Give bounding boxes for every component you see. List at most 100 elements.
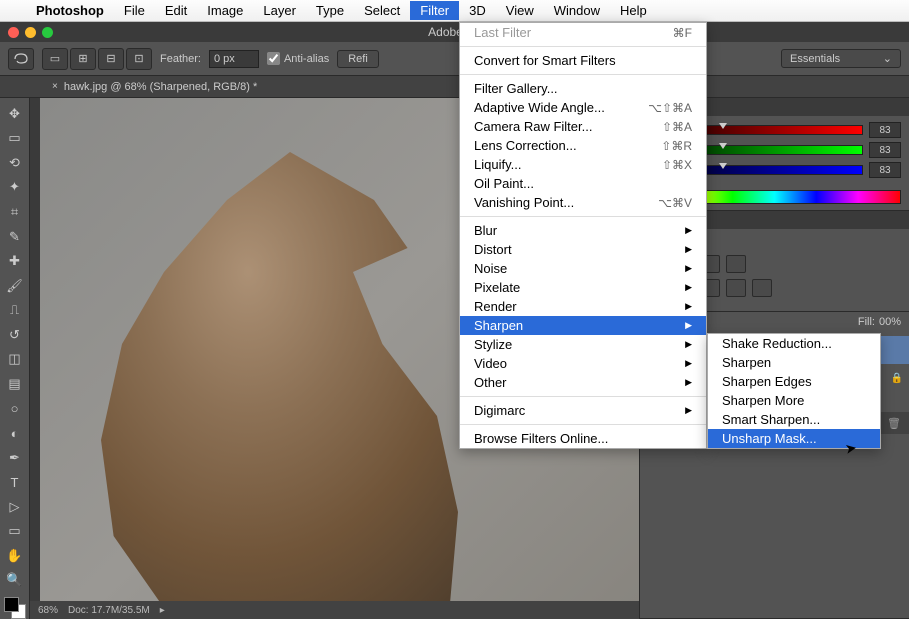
menu-image[interactable]: Image — [197, 1, 253, 20]
menu-noise[interactable]: Noise▶ — [460, 259, 706, 278]
path-tool-icon[interactable]: ▷ — [3, 495, 27, 519]
options-bar: ▭ ⊞ ⊟ ⊡ Feather: Anti-alias Refi Essenti… — [0, 42, 909, 76]
submenu-arrow-icon: ▶ — [685, 244, 692, 255]
toolbox: ✥ ▭ ⟲ ✦ ⌗ ✎ ✚ 🖌 ⎍ ↺ ◫ ▤ ○ ◐ ✒ T ▷ ▭ ✋ 🔍 — [0, 98, 30, 619]
g-input[interactable] — [869, 142, 901, 158]
brush-tool-icon[interactable]: 🖌 — [3, 274, 27, 298]
menu-blur[interactable]: Blur▶ — [460, 221, 706, 240]
workspace-dropdown[interactable]: Essentials⌄ — [781, 49, 901, 68]
pen-tool-icon[interactable]: ✒ — [3, 446, 27, 470]
menu-pixelate[interactable]: Pixelate▶ — [460, 278, 706, 297]
chevron-right-icon[interactable]: ▸ — [160, 605, 165, 616]
lasso-tool-icon[interactable]: ⟲ — [3, 151, 27, 175]
zoom-level[interactable]: 68% — [38, 605, 58, 616]
selection-new-icon[interactable]: ▭ — [42, 48, 68, 70]
menu-video[interactable]: Video▶ — [460, 354, 706, 373]
selection-subtract-icon[interactable]: ⊟ — [98, 48, 124, 70]
gradient-tool-icon[interactable]: ▤ — [3, 372, 27, 396]
selection-intersect-icon[interactable]: ⊡ — [126, 48, 152, 70]
exposure-adj-icon[interactable] — [726, 255, 746, 273]
trash-icon[interactable]: 🗑 — [887, 417, 901, 430]
blur-tool-icon[interactable]: ○ — [3, 397, 27, 421]
menu-lens-correction[interactable]: Lens Correction...⇧⌘R — [460, 136, 706, 155]
stamp-tool-icon[interactable]: ⎍ — [3, 299, 27, 323]
menu-stylize[interactable]: Stylize▶ — [460, 335, 706, 354]
document-tab[interactable]: × hawk.jpg @ 68% (Sharpened, RGB/8) * — [42, 78, 267, 96]
menu-last-filter[interactable]: Last Filter⌘F — [460, 23, 706, 42]
marquee-tool-icon[interactable]: ▭ — [3, 127, 27, 151]
eraser-tool-icon[interactable]: ◫ — [3, 348, 27, 372]
menu-filter[interactable]: Filter — [410, 1, 459, 20]
menu-adaptive-wide[interactable]: Adaptive Wide Angle...⌥⇧⌘A — [460, 98, 706, 117]
app-menu[interactable]: Photoshop — [26, 1, 114, 20]
close-tab-icon[interactable]: × — [52, 81, 58, 92]
zoom-icon[interactable] — [42, 27, 53, 38]
healing-tool-icon[interactable]: ✚ — [3, 249, 27, 273]
submenu-arrow-icon: ▶ — [685, 339, 692, 350]
move-tool-icon[interactable]: ✥ — [3, 102, 27, 126]
crop-tool-icon[interactable]: ⌗ — [3, 200, 27, 224]
menu-liquify[interactable]: Liquify...⇧⌘X — [460, 155, 706, 174]
menu-layer[interactable]: Layer — [253, 1, 306, 20]
opacity-value[interactable]: 00% — [879, 316, 901, 328]
photofilter-adj-icon[interactable] — [726, 279, 746, 297]
macos-menubar: Photoshop File Edit Image Layer Type Sel… — [0, 0, 909, 22]
shape-tool-icon[interactable]: ▭ — [3, 520, 27, 544]
menu-render[interactable]: Render▶ — [460, 297, 706, 316]
menu-smart-sharpen[interactable]: Smart Sharpen... — [708, 410, 880, 429]
refine-edge-button[interactable]: Refi — [337, 50, 379, 68]
menu-distort[interactable]: Distort▶ — [460, 240, 706, 259]
menu-filter-gallery[interactable]: Filter Gallery... — [460, 79, 706, 98]
dodge-tool-icon[interactable]: ◐ — [3, 421, 27, 445]
feather-label: Feather: — [160, 53, 201, 65]
type-tool-icon[interactable]: T — [3, 470, 27, 494]
menu-window[interactable]: Window — [544, 1, 610, 20]
fill-label: Fill: — [858, 316, 875, 328]
menu-shake-reduction[interactable]: Shake Reduction... — [708, 334, 880, 353]
status-bar: 68% Doc: 17.7M/35.5M ▸ — [30, 601, 639, 619]
hand-tool-icon[interactable]: ✋ — [3, 544, 27, 568]
menu-sharpen-more[interactable]: Sharpen More — [708, 391, 880, 410]
submenu-arrow-icon: ▶ — [685, 377, 692, 388]
minimize-icon[interactable] — [25, 27, 36, 38]
menu-convert-smart[interactable]: Convert for Smart Filters — [460, 51, 706, 70]
selection-add-icon[interactable]: ⊞ — [70, 48, 96, 70]
b-input[interactable] — [869, 162, 901, 178]
zoom-tool-icon[interactable]: 🔍 — [3, 569, 27, 593]
document-title: hawk.jpg @ 68% (Sharpened, RGB/8) * — [64, 81, 257, 93]
menu-unsharp-mask[interactable]: Unsharp Mask... — [708, 429, 880, 448]
menu-sharpen-filter[interactable]: Sharpen — [708, 353, 880, 372]
r-input[interactable] — [869, 122, 901, 138]
lasso-tool-icon[interactable] — [8, 48, 34, 70]
menu-browse-online[interactable]: Browse Filters Online... — [460, 429, 706, 448]
menu-help[interactable]: Help — [610, 1, 657, 20]
menu-select[interactable]: Select — [354, 1, 410, 20]
menu-digimarc[interactable]: Digimarc▶ — [460, 401, 706, 420]
menu-vanishing-point[interactable]: Vanishing Point...⌥⌘V — [460, 193, 706, 212]
menu-edit[interactable]: Edit — [155, 1, 197, 20]
menu-camera-raw[interactable]: Camera Raw Filter...⇧⌘A — [460, 117, 706, 136]
menu-type[interactable]: Type — [306, 1, 354, 20]
submenu-arrow-icon: ▶ — [685, 405, 692, 416]
menu-sharpen[interactable]: Sharpen▶ — [460, 316, 706, 335]
menu-view[interactable]: View — [496, 1, 544, 20]
selection-mode-group: ▭ ⊞ ⊟ ⊡ — [42, 48, 152, 70]
antialias-checkbox[interactable]: Anti-alias — [267, 52, 329, 65]
menu-3d[interactable]: 3D — [459, 1, 496, 20]
channelmixer-adj-icon[interactable] — [752, 279, 772, 297]
foreground-color-swatch[interactable] — [4, 597, 19, 612]
submenu-arrow-icon: ▶ — [685, 225, 692, 236]
history-brush-icon[interactable]: ↺ — [3, 323, 27, 347]
eyedropper-tool-icon[interactable]: ✎ — [3, 225, 27, 249]
color-swatches[interactable] — [4, 597, 26, 619]
menu-sharpen-edges[interactable]: Sharpen Edges — [708, 372, 880, 391]
close-icon[interactable] — [8, 27, 19, 38]
feather-input[interactable] — [209, 50, 259, 68]
traffic-lights — [0, 27, 53, 38]
menu-file[interactable]: File — [114, 1, 155, 20]
submenu-arrow-icon: ▶ — [685, 263, 692, 274]
menu-other[interactable]: Other▶ — [460, 373, 706, 392]
wand-tool-icon[interactable]: ✦ — [3, 176, 27, 200]
menu-oil-paint[interactable]: Oil Paint... — [460, 174, 706, 193]
submenu-arrow-icon: ▶ — [685, 320, 692, 331]
